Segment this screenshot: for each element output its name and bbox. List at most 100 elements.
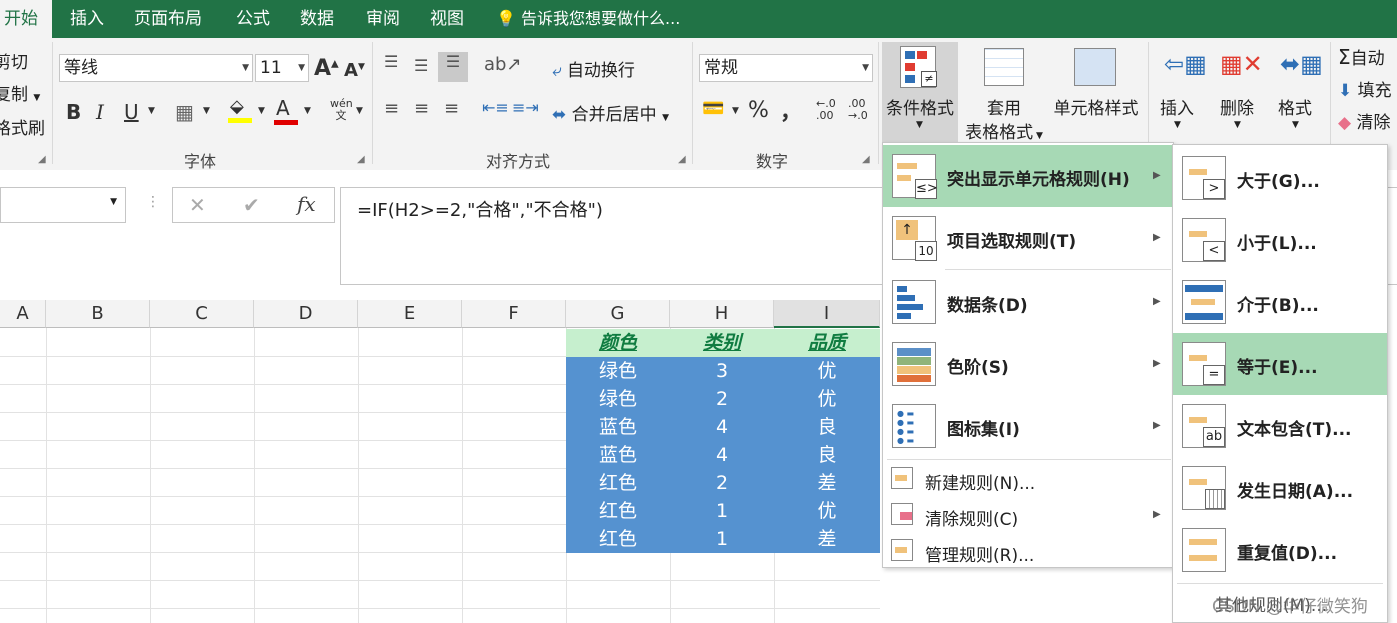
- menu-item-top-bottom-rules[interactable]: ↑ 10 项目选取规则(T) ▶: [883, 207, 1173, 269]
- tab-view[interactable]: 视图: [416, 0, 478, 38]
- column-header-a[interactable]: A: [0, 300, 46, 328]
- table-cell[interactable]: 2: [670, 385, 774, 413]
- currency-icon[interactable]: 💳: [702, 98, 724, 119]
- table-cell[interactable]: 4: [670, 441, 774, 469]
- chevron-down-icon[interactable]: ▼: [356, 106, 363, 116]
- submenu-item-text-contains[interactable]: ab 文本包含(T)...: [1173, 395, 1387, 457]
- cell-styles-button[interactable]: 单元格样式: [1048, 42, 1144, 146]
- copy-button[interactable]: 复制 ▼: [0, 80, 40, 105]
- delete-cells-button[interactable]: ▦✕ 删除 ▼: [1214, 42, 1268, 146]
- table-header-category[interactable]: 类别: [670, 329, 774, 357]
- conditional-formatting-button[interactable]: ≠ 条件格式 ▼: [882, 42, 958, 146]
- fill-button[interactable]: ⬇ 填充: [1338, 76, 1392, 101]
- tab-home[interactable]: 开始: [0, 0, 52, 38]
- borders-icon[interactable]: ▦: [175, 100, 194, 124]
- tab-data[interactable]: 数据: [286, 0, 348, 38]
- table-header-quality[interactable]: 品质: [774, 329, 880, 357]
- italic-button[interactable]: I: [96, 100, 104, 124]
- percent-button[interactable]: %: [748, 98, 769, 123]
- grow-font-button[interactable]: A▲: [314, 56, 339, 81]
- clipboard-launcher-icon[interactable]: ◢: [38, 154, 46, 165]
- column-header-b[interactable]: B: [46, 300, 150, 328]
- table-cell[interactable]: 蓝色: [566, 413, 670, 441]
- font-size-combo[interactable]: 11 ▼: [255, 54, 309, 82]
- name-box[interactable]: ▼: [0, 187, 126, 223]
- table-cell[interactable]: 良: [774, 413, 880, 441]
- menu-item-icon-sets[interactable]: ● ▬ ● ▬ ● ▬ ● ▬ 图标集(I) ▶: [883, 395, 1173, 457]
- table-cell[interactable]: 1: [670, 497, 774, 525]
- column-header-h[interactable]: H: [670, 300, 774, 328]
- chevron-down-icon[interactable]: ▼: [148, 106, 155, 116]
- insert-function-icon[interactable]: fx: [297, 192, 316, 216]
- table-cell[interactable]: 差: [774, 469, 880, 497]
- chevron-down-icon[interactable]: ▼: [732, 106, 739, 116]
- column-header-g[interactable]: G: [566, 300, 670, 328]
- decrease-decimal-button[interactable]: .00 →.0: [848, 98, 874, 122]
- tab-insert[interactable]: 插入: [56, 0, 118, 38]
- cancel-icon[interactable]: ✕: [189, 193, 206, 217]
- column-header-f[interactable]: F: [462, 300, 566, 328]
- increase-indent-icon[interactable]: ≡⇥: [512, 98, 539, 117]
- column-header-c[interactable]: C: [150, 300, 254, 328]
- underline-button[interactable]: U: [124, 100, 139, 124]
- table-cell[interactable]: 绿色: [566, 385, 670, 413]
- alignment-launcher-icon[interactable]: ◢: [678, 154, 686, 165]
- fill-color-icon[interactable]: ⬙: [228, 96, 252, 123]
- chevron-down-icon[interactable]: ▼: [258, 106, 265, 116]
- table-cell[interactable]: 优: [774, 497, 880, 525]
- table-cell[interactable]: 绿色: [566, 357, 670, 385]
- tab-review[interactable]: 审阅: [352, 0, 414, 38]
- submenu-item-duplicate-values[interactable]: 重复值(D)...: [1173, 519, 1387, 581]
- insert-cells-button[interactable]: ⇦▦ 插入 ▼: [1156, 42, 1208, 146]
- column-header-e[interactable]: E: [358, 300, 462, 328]
- align-right-icon[interactable]: ≡: [444, 98, 459, 119]
- chevron-down-icon[interactable]: ▼: [304, 106, 311, 116]
- align-center-icon[interactable]: ≡: [414, 98, 429, 119]
- format-painter-button[interactable]: 格式刷: [0, 114, 45, 139]
- font-name-combo[interactable]: 等线 ▼: [59, 54, 253, 82]
- cut-button[interactable]: 剪切: [0, 48, 28, 73]
- table-header-color[interactable]: 颜色: [566, 329, 670, 357]
- table-cell[interactable]: 1: [670, 525, 774, 553]
- wrap-text-button[interactable]: ⤶ 自动换行: [552, 56, 635, 81]
- table-cell[interactable]: 红色: [566, 469, 670, 497]
- phonetic-icon[interactable]: wén 文: [330, 98, 353, 122]
- submenu-item-between[interactable]: 介于(B)...: [1173, 271, 1387, 333]
- table-cell[interactable]: 红色: [566, 525, 670, 553]
- align-middle-icon[interactable]: ☰: [414, 56, 428, 75]
- confirm-icon[interactable]: ✔: [243, 193, 260, 217]
- table-cell[interactable]: 蓝色: [566, 441, 670, 469]
- menu-item-color-scales[interactable]: 色阶(S) ▶: [883, 333, 1173, 395]
- column-header-d[interactable]: D: [254, 300, 358, 328]
- table-cell[interactable]: 4: [670, 413, 774, 441]
- bold-button[interactable]: B: [66, 100, 81, 124]
- menu-item-new-rule[interactable]: 新建规则(N)...: [883, 461, 1173, 497]
- table-cell[interactable]: 良: [774, 441, 880, 469]
- comma-button[interactable]: ，: [780, 94, 802, 126]
- format-as-table-button[interactable]: 套用 表格格式 ▼: [962, 42, 1046, 146]
- number-launcher-icon[interactable]: ◢: [862, 154, 870, 165]
- submenu-item-greater-than[interactable]: > 大于(G)...: [1173, 147, 1387, 209]
- decrease-indent-icon[interactable]: ⇤≡: [482, 98, 509, 117]
- align-bottom-icon[interactable]: ☰: [438, 52, 468, 82]
- table-cell[interactable]: 差: [774, 525, 880, 553]
- table-cell[interactable]: 优: [774, 385, 880, 413]
- menu-item-highlight-cells-rules[interactable]: ≤> 突出显示单元格规则(H) ▶: [883, 145, 1173, 207]
- tab-formulas[interactable]: 公式: [222, 0, 284, 38]
- font-color-button[interactable]: A: [274, 96, 298, 125]
- tab-page-layout[interactable]: 页面布局: [120, 0, 216, 38]
- align-left-icon[interactable]: ≡: [384, 98, 399, 119]
- submenu-item-equal-to[interactable]: = 等于(E)...: [1173, 333, 1387, 395]
- table-cell[interactable]: 优: [774, 357, 880, 385]
- table-cell[interactable]: 红色: [566, 497, 670, 525]
- font-launcher-icon[interactable]: ◢: [357, 154, 365, 165]
- chevron-down-icon[interactable]: ▼: [203, 106, 210, 116]
- format-cells-button[interactable]: ⬌▦ 格式 ▼: [1272, 42, 1328, 146]
- shrink-font-button[interactable]: A▼: [344, 60, 365, 81]
- table-cell[interactable]: 3: [670, 357, 774, 385]
- number-format-combo[interactable]: 常规 ▼: [699, 54, 873, 82]
- submenu-item-less-than[interactable]: < 小于(L)...: [1173, 209, 1387, 271]
- merge-center-button[interactable]: ⬌ 合并后居中 ▼: [552, 100, 669, 125]
- table-cell[interactable]: 2: [670, 469, 774, 497]
- menu-item-data-bars[interactable]: 数据条(D) ▶: [883, 271, 1173, 333]
